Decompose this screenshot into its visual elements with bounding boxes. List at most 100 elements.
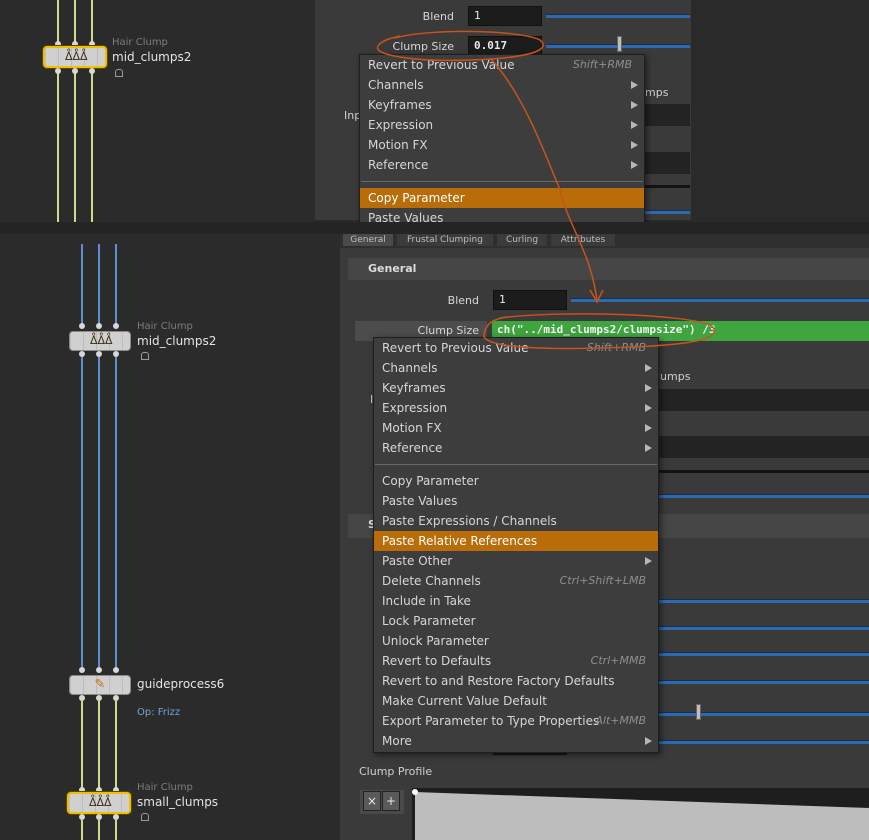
output-port[interactable] [89,68,95,74]
lock-icon[interactable] [115,69,123,77]
blue-slider[interactable] [657,740,869,744]
wire [81,820,83,840]
input-port[interactable] [79,667,85,673]
blend-slider[interactable] [546,14,690,18]
menu-item-paste-relative-references[interactable]: Paste Relative References [374,531,658,551]
clump-profile-ramp[interactable] [412,788,869,840]
section-general-header[interactable]: General [348,258,869,280]
blue-slider[interactable] [657,626,869,630]
tab-curling[interactable]: Curling [497,234,547,246]
hair-clump-node-mid-clumps2[interactable]: ᐂᐂᐂ [69,331,131,351]
add-point-button[interactable]: + [382,791,400,811]
blend-field[interactable]: 1 [493,290,567,310]
wire [115,820,117,840]
dark-slider[interactable] [657,470,869,473]
menu-item-make-current-default[interactable]: Make Current Value Default [374,691,658,711]
menu-item-channels[interactable]: Channels [374,358,658,378]
menu-item-export-parameter[interactable]: Export Parameter to Type Properties Alt+M… [374,711,658,731]
blue-slider[interactable] [645,210,690,214]
node-name-label[interactable]: mid_clumps2 [137,334,216,348]
menu-item-expression[interactable]: Expression [360,115,644,135]
blend-slider[interactable] [571,298,869,302]
input-port[interactable] [113,323,119,329]
blend-label: Blend [422,10,454,23]
menu-item-include-in-take[interactable]: Include in Take [374,591,658,611]
menu-item-keyframes[interactable]: Keyframes [360,95,644,115]
input-port[interactable] [96,323,102,329]
menu-item-unlock-parameter[interactable]: Unlock Parameter [374,631,658,651]
menu-item-more[interactable]: More [374,731,658,751]
input-port[interactable] [113,667,119,673]
menu-item-lock-parameter[interactable]: Lock Parameter [374,611,658,631]
input-port[interactable] [79,323,85,329]
menu-item-copy-parameter[interactable]: Copy Parameter [360,188,644,208]
wire [74,0,76,44]
menu-item-paste-other[interactable]: Paste Other [374,551,658,571]
pane-divider[interactable] [0,222,869,234]
submenu-arrow-icon [645,557,652,565]
hair-clump-icon: ᐂᐂᐂ [89,796,112,809]
context-menu-bottom: Revert to Previous Value Shift+RMB Channe… [373,337,659,753]
submenu-arrow-icon [645,424,652,432]
output-port[interactable] [55,68,61,74]
node-type-label: Hair Clump [137,321,193,332]
menu-item-reference[interactable]: Reference [360,155,644,175]
parameter-row [645,104,690,126]
wire [57,0,59,44]
output-port[interactable] [72,68,78,74]
menu-item-channels[interactable]: Channels [360,75,644,95]
blue-slider[interactable] [657,680,869,684]
menu-item-revert-restore-factory[interactable]: Revert to and Restore Factory Defaults [374,671,658,691]
submenu-arrow-icon [631,81,638,89]
lock-icon[interactable] [141,352,149,360]
menu-item-reference[interactable]: Reference [374,438,658,458]
node-name-label[interactable]: mid_clumps2 [112,50,191,64]
clump-size-label: Clump Size [392,40,454,53]
menu-item-paste-expressions[interactable]: Paste Expressions / Channels [374,511,658,531]
context-menu-top: Revert to Previous Value Shift+RMB Channe… [359,54,645,225]
wire [81,244,83,326]
wire [98,701,100,789]
wire [91,70,93,222]
menu-item-copy-parameter[interactable]: Copy Parameter [374,471,658,491]
menu-item-delete-channels[interactable]: Delete Channels Ctrl+Shift+LMB [374,571,658,591]
menu-item-revert-to-defaults[interactable]: Revert to Defaults Ctrl+MMB [374,651,658,671]
node-type-label: Hair Clump [137,782,193,793]
wire [98,357,100,667]
menu-item-motion-fx[interactable]: Motion FX [374,418,658,438]
menu-item-revert-previous[interactable]: Revert to Previous Value Shift+RMB [360,55,644,75]
menu-item-paste-values[interactable]: Paste Values [374,491,658,511]
blue-slider[interactable] [657,494,869,498]
clump-size-label: Clump Size [417,324,479,337]
input-port[interactable] [96,667,102,673]
node-type-label: Hair Clump [112,37,168,48]
parameter-row [657,389,869,411]
tab-frustal-clumping[interactable]: Frustal Clumping [397,234,493,246]
menu-item-expression[interactable]: Expression [374,398,658,418]
blue-slider[interactable] [657,712,869,716]
node-name-label[interactable]: small_clumps [137,795,218,809]
blue-slider[interactable] [657,652,869,656]
tab-attributes[interactable]: Attributes [551,234,615,246]
menu-item-motion-fx[interactable]: Motion FX [360,135,644,155]
dark-slider[interactable] [645,185,690,188]
hair-clump-node-small-clumps[interactable]: ᐂᐂᐂ [67,792,131,814]
hair-clump-node-mid-clumps2-top[interactable]: ᐂᐂᐂ [43,46,107,68]
slider-handle[interactable] [617,36,622,52]
submenu-arrow-icon [631,141,638,149]
slider-handle[interactable] [696,704,701,720]
menu-item-revert-previous[interactable]: Revert to Previous Value Shift+RMB [374,338,658,358]
node-name-label[interactable]: guideprocess6 [137,677,224,691]
lock-icon[interactable] [141,813,149,821]
wire [81,357,83,667]
blue-slider[interactable] [657,599,869,603]
submenu-arrow-icon [631,121,638,129]
remove-point-button[interactable]: × [363,791,381,811]
guideprocess-node[interactable]: ✎ [69,675,131,695]
blend-field[interactable]: 1 [468,6,542,26]
tab-bar: General Frustal Clumping Curling Attribu… [340,234,869,248]
clump-size-field[interactable]: 0.017 [468,36,542,56]
menu-item-keyframes[interactable]: Keyframes [374,378,658,398]
tab-general[interactable]: General [343,234,393,246]
menu-separator [361,181,643,182]
